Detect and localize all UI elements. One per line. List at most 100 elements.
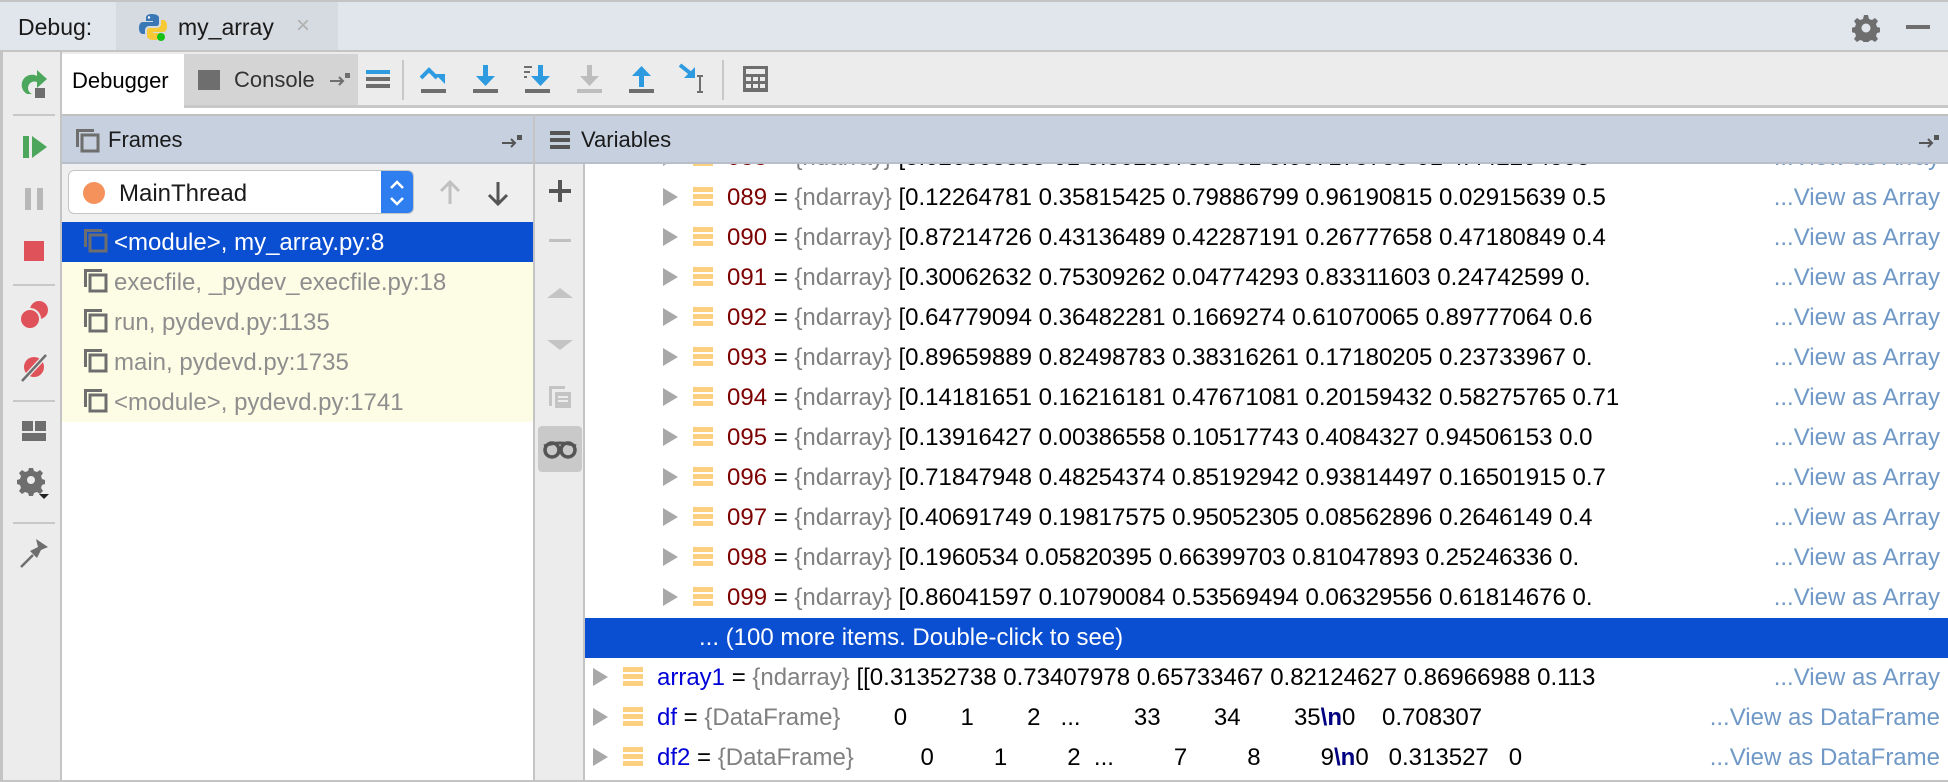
variable-row[interactable]: 094 = {ndarray} [0.14181651 0.16216181 0… <box>585 378 1948 418</box>
variable-name: 093 <box>727 344 768 371</box>
expand-arrow-icon[interactable] <box>663 388 678 406</box>
show-watches-toggle[interactable] <box>538 426 582 472</box>
debug-session-tab[interactable]: my_array × <box>116 2 338 50</box>
thread-select[interactable]: MainThread <box>68 170 414 214</box>
expand-arrow-icon[interactable] <box>663 588 678 606</box>
run-to-cursor-icon[interactable] <box>678 62 710 96</box>
variable-row[interactable]: 097 = {ndarray} [0.40691749 0.19817575 0… <box>585 498 1948 538</box>
add-watch-icon[interactable] <box>543 174 577 208</box>
evaluate-expression-icon[interactable] <box>740 62 772 96</box>
next-frame-icon[interactable] <box>484 178 512 208</box>
tab-debugger-label: Debugger <box>72 68 169 93</box>
expand-arrow-icon[interactable] <box>663 508 678 526</box>
step-into-my-code-icon[interactable] <box>522 62 554 96</box>
previous-frame-icon[interactable] <box>436 178 464 208</box>
variable-row[interactable]: 091 = {ndarray} [0.30062632 0.75309262 0… <box>585 258 1948 298</box>
variable-row[interactable]: 098 = {ndarray} [0.1960534 0.05820395 0.… <box>585 538 1948 578</box>
variable-row[interactable]: df = {DataFrame} 0 1 2 ... 33 34 35\n0 0… <box>585 698 1948 738</box>
variable-type: {ndarray} <box>794 304 892 331</box>
view-as-array-link[interactable]: ...View as Array <box>1771 664 1940 692</box>
pin-icon[interactable] <box>17 536 51 570</box>
frame-item[interactable]: main, pydevd.py:1735 <box>62 342 533 382</box>
remove-watch-icon[interactable] <box>543 224 577 258</box>
array-icon <box>693 186 713 208</box>
view-as-array-link[interactable]: ...View as Array <box>1771 164 1940 172</box>
variable-row[interactable]: 088 = {ndarray} [3.02650835e-01 5.502357… <box>585 164 1948 178</box>
duplicate-watch-icon[interactable] <box>543 380 577 414</box>
variable-type: {DataFrame} <box>717 744 854 771</box>
view-as-array-link[interactable]: ...View as Array <box>1771 304 1940 332</box>
expand-arrow-icon[interactable] <box>593 668 608 686</box>
expand-arrow-icon[interactable] <box>663 308 678 326</box>
expand-arrow-icon[interactable] <box>593 748 608 766</box>
view-breakpoints-icon[interactable] <box>17 298 51 332</box>
frame-item[interactable]: run, pydevd.py:1135 <box>62 302 533 342</box>
expand-arrow-icon[interactable] <box>663 164 678 166</box>
frame-label: main, pydevd.py:1735 <box>114 349 349 376</box>
restore-layout-icon[interactable] <box>17 414 51 448</box>
variable-row[interactable]: 092 = {ndarray} [0.64779094 0.36482281 0… <box>585 298 1948 338</box>
restore-panel-icon[interactable] <box>1917 132 1941 150</box>
expand-arrow-icon[interactable] <box>663 468 678 486</box>
expand-arrow-icon[interactable] <box>593 708 608 726</box>
settings-icon[interactable] <box>17 466 51 500</box>
view-as-array-link[interactable]: ...View as Array <box>1771 184 1940 212</box>
array-icon <box>693 386 713 408</box>
variable-row[interactable]: 090 = {ndarray} [0.87214726 0.43136489 0… <box>585 218 1948 258</box>
variables-toolbar <box>535 164 585 780</box>
variable-row[interactable]: array1 = {ndarray} [[0.31352738 0.734079… <box>585 658 1948 698</box>
close-tab-icon[interactable]: × <box>296 12 310 40</box>
force-step-into-icon[interactable] <box>574 62 606 96</box>
view-as-array-link[interactable]: ...View as Array <box>1771 504 1940 532</box>
rerun-icon[interactable] <box>17 66 51 100</box>
expand-arrow-icon[interactable] <box>663 348 678 366</box>
gear-icon[interactable] <box>1852 14 1880 42</box>
variable-type: {DataFrame} <box>704 704 841 731</box>
move-down-icon[interactable] <box>543 328 577 362</box>
view-as-array-link[interactable]: ...View as Array <box>1771 464 1940 492</box>
variable-type: {ndarray} <box>752 664 850 691</box>
expand-arrow-icon[interactable] <box>663 268 678 286</box>
variable-row[interactable]: 093 = {ndarray} [0.89659889 0.82498783 0… <box>585 338 1948 378</box>
variable-row[interactable]: 099 = {ndarray} [0.86041597 0.10790084 0… <box>585 578 1948 618</box>
variable-name: 088 <box>727 164 767 171</box>
move-up-icon[interactable] <box>543 276 577 310</box>
frame-item[interactable]: <module>, pydevd.py:1741 <box>62 382 533 422</box>
frame-item[interactable]: execfile, _pydev_execfile.py:18 <box>62 262 533 302</box>
view-as-dataframe-link[interactable]: ...View as DataFrame <box>1707 704 1940 732</box>
variable-type: {ndarray} <box>794 504 892 531</box>
tab-debugger[interactable]: Debugger <box>62 54 184 108</box>
minimize-icon[interactable] <box>1906 25 1930 29</box>
step-over-icon[interactable] <box>418 62 450 96</box>
expand-arrow-icon[interactable] <box>663 428 678 446</box>
tab-console[interactable]: Console <box>184 54 358 105</box>
stop-icon[interactable] <box>17 234 51 268</box>
frame-item[interactable]: <module>, my_array.py:8 <box>62 222 533 262</box>
view-as-array-link[interactable]: ...View as Array <box>1771 384 1940 412</box>
pause-icon[interactable] <box>17 182 51 216</box>
variable-row[interactable]: 095 = {ndarray} [0.13916427 0.00386558 0… <box>585 418 1948 458</box>
view-as-array-link[interactable]: ...View as Array <box>1771 264 1940 292</box>
show-execution-point-icon[interactable] <box>362 62 394 96</box>
view-as-array-link[interactable]: ...View as Array <box>1771 544 1940 572</box>
more-items-row[interactable]: ... (100 more items. Double-click to see… <box>585 618 1948 658</box>
view-as-array-link[interactable]: ...View as Array <box>1771 424 1940 452</box>
variable-name: 097 <box>727 504 768 531</box>
view-as-array-link[interactable]: ...View as Array <box>1771 344 1940 372</box>
step-out-icon[interactable] <box>626 62 658 96</box>
resume-icon[interactable] <box>17 130 51 164</box>
chevron-updown-icon[interactable] <box>381 171 413 213</box>
restore-panel-icon[interactable] <box>328 70 352 88</box>
view-as-array-link[interactable]: ...View as Array <box>1771 224 1940 252</box>
mute-breakpoints-icon[interactable] <box>17 350 51 384</box>
view-as-array-link[interactable]: ...View as Array <box>1771 584 1940 612</box>
view-as-dataframe-link[interactable]: ...View as DataFrame <box>1707 744 1940 772</box>
variable-row[interactable]: 089 = {ndarray} [0.12264781 0.35815425 0… <box>585 178 1948 218</box>
expand-arrow-icon[interactable] <box>663 188 678 206</box>
step-into-icon[interactable] <box>470 62 502 96</box>
expand-arrow-icon[interactable] <box>663 548 678 566</box>
variable-row[interactable]: df2 = {DataFrame} 0 1 2 ... 7 8 9\n0 0.3… <box>585 738 1948 778</box>
restore-panel-icon[interactable] <box>500 132 524 150</box>
expand-arrow-icon[interactable] <box>663 228 678 246</box>
variable-row[interactable]: 096 = {ndarray} [0.71847948 0.48254374 0… <box>585 458 1948 498</box>
